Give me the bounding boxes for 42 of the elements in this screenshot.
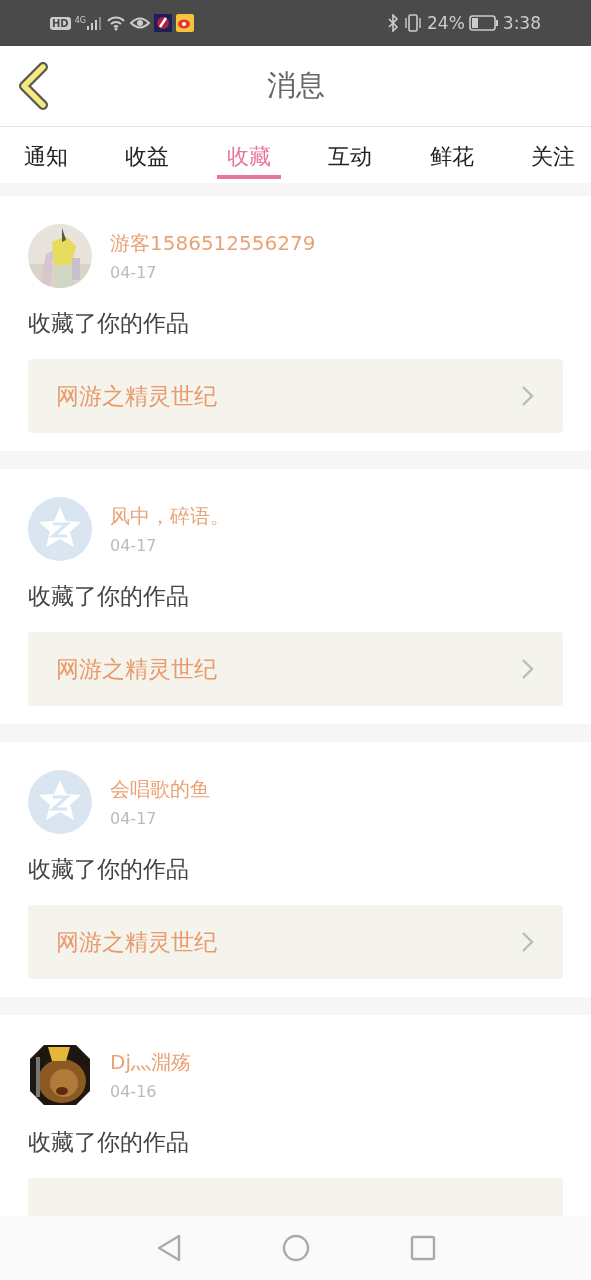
date: 04-17 xyxy=(110,809,158,828)
network-label: 4G xyxy=(74,16,86,25)
user-name[interactable]: 会唱歌的鱼 xyxy=(110,776,210,803)
tab[interactable]: 鲜花 xyxy=(419,127,484,179)
wifi-icon xyxy=(105,15,126,31)
message-text: 收藏了你的作品 xyxy=(28,309,190,338)
vibrate-icon xyxy=(403,14,423,32)
bluetooth-icon xyxy=(387,14,399,32)
default-avatar-icon xyxy=(28,770,92,834)
chevron-right-icon xyxy=(521,931,535,953)
date: 04-17 xyxy=(110,263,158,282)
chevron-right-icon xyxy=(521,385,535,407)
tab[interactable]: 通知 xyxy=(14,127,78,179)
home-icon[interactable] xyxy=(281,1234,310,1262)
app-icon xyxy=(153,14,172,32)
default-avatar-icon xyxy=(28,497,92,561)
date: 04-17 xyxy=(110,536,158,555)
signal-icon xyxy=(85,15,102,31)
user-name[interactable]: Dj灬淵殇 xyxy=(110,1049,191,1076)
battery-icon xyxy=(468,15,499,31)
tab[interactable]: 互动 xyxy=(318,127,383,179)
back-icon[interactable] xyxy=(155,1234,182,1262)
tab[interactable]: 关注 xyxy=(520,127,585,179)
date: 04-16 xyxy=(110,1082,158,1101)
message-text: 收藏了你的作品 xyxy=(28,1128,190,1157)
work-link[interactable]: 网游之精灵世纪 xyxy=(28,359,563,433)
tab[interactable]: 收藏 xyxy=(216,127,281,179)
clock: 3:38 xyxy=(502,13,541,33)
tab[interactable]: 收益 xyxy=(115,127,180,179)
eye-icon xyxy=(129,15,150,31)
user-name[interactable]: 游客1586512556279 xyxy=(110,230,316,257)
hd-badge: HD xyxy=(50,16,71,30)
chevron-right-icon xyxy=(521,658,535,680)
message-text: 收藏了你的作品 xyxy=(28,855,190,884)
app-icon xyxy=(175,14,194,32)
battery-percent: 24% xyxy=(427,13,465,33)
message-text: 收藏了你的作品 xyxy=(28,582,190,611)
work-link[interactable]: 网游之精灵世纪 xyxy=(28,632,563,706)
page-title: 消息 xyxy=(266,67,325,104)
work-link[interactable]: 网游之精灵世纪 xyxy=(28,905,563,979)
user-name[interactable]: 风中，碎语。 xyxy=(110,503,230,530)
recents-icon[interactable] xyxy=(409,1235,436,1261)
